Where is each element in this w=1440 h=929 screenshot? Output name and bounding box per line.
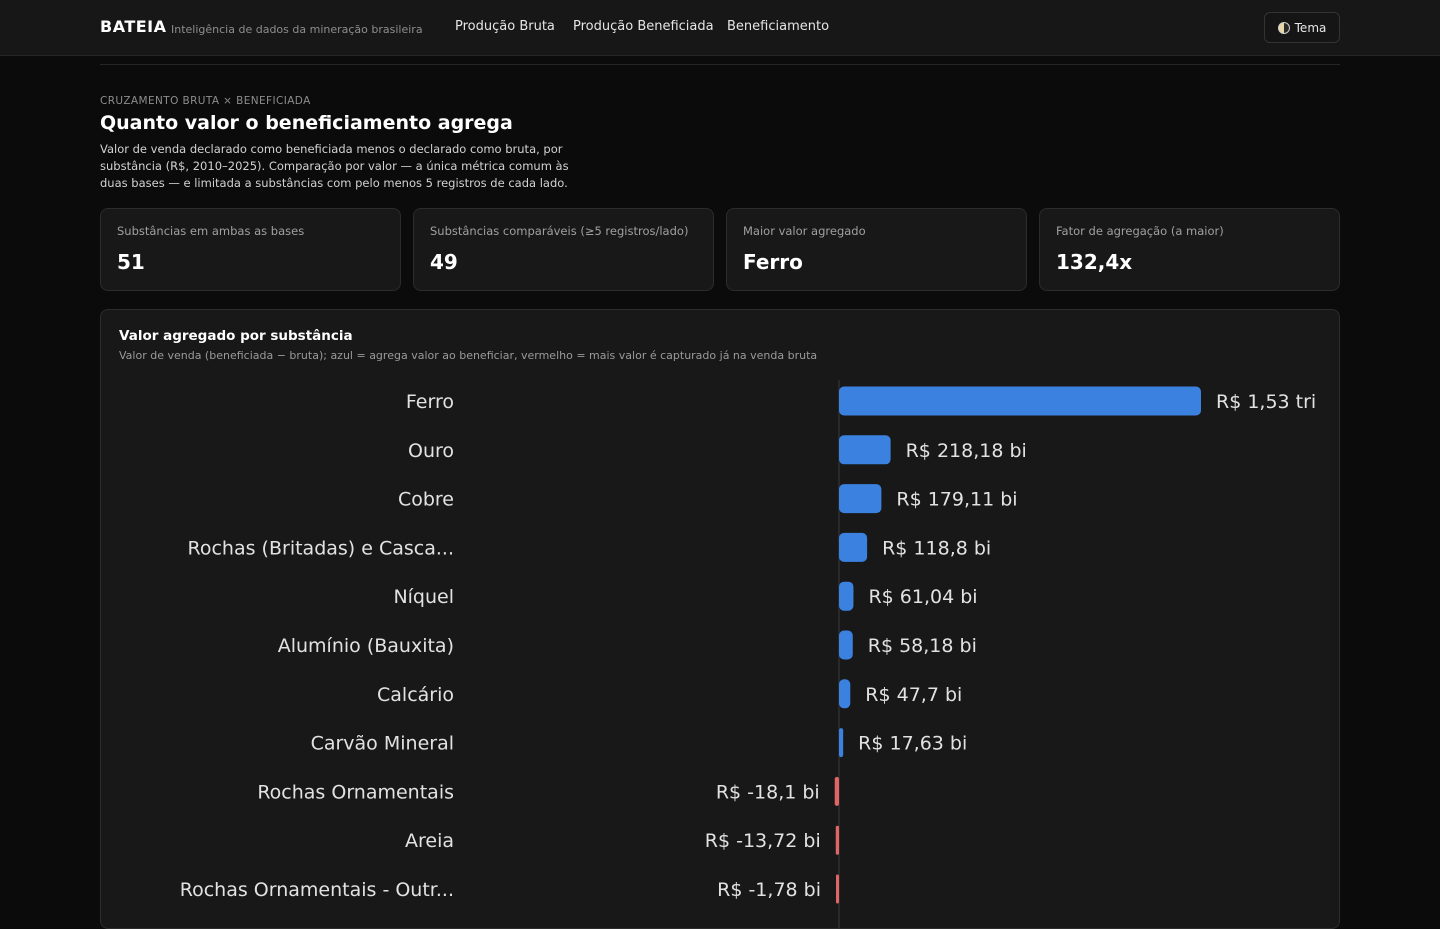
category-label: Carvão Mineral xyxy=(311,733,454,755)
page-description: Valor de venda declarado como beneficiad… xyxy=(100,142,569,190)
value-added-bar-chart: Ferro R$ 1,53 tri Ouro R$ 218,18 bi Cobre R$ … xyxy=(180,380,1316,928)
value-label: R$ -13,72 bi xyxy=(705,830,821,852)
kpi-card-substancias-ambas: Substâncias em ambas as bases 51 xyxy=(100,208,401,291)
data-bar[interactable] xyxy=(836,874,839,904)
kpi-card-maior-valor: Maior valor agregado Ferro xyxy=(726,208,1027,291)
kpi-value: Ferro xyxy=(743,250,803,274)
value-label: R$ 61,04 bi xyxy=(868,586,977,608)
data-bar[interactable] xyxy=(834,776,839,806)
section-divider xyxy=(100,64,1340,65)
value-label: R$ -18,1 bi xyxy=(716,781,820,803)
data-bar[interactable] xyxy=(839,728,844,758)
chart-title: Valor agregado por substância xyxy=(119,328,353,344)
top-navigation-bar: BATEIA Inteligência de dados da mineraçã… xyxy=(0,0,1440,56)
category-label: Rochas Ornamentais - Outr... xyxy=(180,879,454,901)
value-label: R$ -1,78 bi xyxy=(717,879,821,901)
data-bar[interactable] xyxy=(839,484,882,514)
category-label: Rochas Ornamentais xyxy=(257,781,454,803)
kpi-value: 51 xyxy=(117,250,145,274)
data-bar[interactable] xyxy=(835,825,839,855)
data-bar[interactable] xyxy=(839,679,851,709)
data-bar[interactable] xyxy=(839,581,854,611)
theme-toggle-button[interactable]: Tema xyxy=(1264,12,1340,43)
kpi-label: Substâncias comparáveis (≥5 registros/la… xyxy=(430,224,689,238)
category-label: Níquel xyxy=(393,586,454,608)
kpi-card-substancias-comparaveis: Substâncias comparáveis (≥5 registros/la… xyxy=(413,208,714,291)
page-title: Quanto valor o beneficiamento agrega xyxy=(100,112,513,134)
kpi-label: Maior valor agregado xyxy=(743,224,866,238)
nav-beneficiamento[interactable]: Beneficiamento xyxy=(727,19,829,34)
half-moon-icon xyxy=(1277,21,1290,34)
data-bar[interactable] xyxy=(839,630,853,660)
value-label: R$ 179,11 bi xyxy=(896,489,1017,511)
brand-tagline: Inteligência de dados da mineração brasi… xyxy=(171,23,423,36)
theme-button-label: Tema xyxy=(1294,20,1327,35)
kpi-label: Substâncias em ambas as bases xyxy=(117,224,305,238)
chart-subtitle: Valor de venda (beneficiada − bruta); az… xyxy=(119,349,818,362)
data-bar[interactable] xyxy=(839,532,868,562)
category-label: Calcário xyxy=(377,684,454,706)
chart-card: Ferro R$ 1,53 tri Ouro R$ 218,18 bi Cobre R$ … xyxy=(100,309,1340,929)
kpi-card-fator-agregacao: Fator de agregação (a maior) 132,4x xyxy=(1039,208,1340,291)
nav-producao-bruta[interactable]: Produção Bruta xyxy=(455,19,555,34)
value-label: R$ 58,18 bi xyxy=(868,635,977,657)
data-bar[interactable] xyxy=(839,386,1201,416)
kpi-label: Fator de agregação (a maior) xyxy=(1056,224,1224,238)
data-bar[interactable] xyxy=(839,435,891,465)
nav-producao-beneficiada[interactable]: Produção Beneficiada xyxy=(573,19,714,34)
category-label: Rochas (Britadas) e Casca... xyxy=(188,537,454,559)
kpi-value: 132,4x xyxy=(1056,250,1133,274)
category-label: Cobre xyxy=(398,489,454,511)
kpi-value: 49 xyxy=(430,250,458,274)
value-label: R$ 218,18 bi xyxy=(906,440,1027,462)
value-label: R$ 47,7 bi xyxy=(865,684,962,706)
category-label: Areia xyxy=(405,830,454,852)
value-label: R$ 1,53 tri xyxy=(1216,391,1316,413)
category-label: Ouro xyxy=(408,440,454,462)
category-label: Alumínio (Bauxita) xyxy=(278,635,454,657)
value-label: R$ 17,63 bi xyxy=(858,733,967,755)
category-label: Ferro xyxy=(406,391,454,413)
section-eyebrow: CRUZAMENTO BRUTA × BENEFICIADA xyxy=(100,95,311,107)
value-label: R$ 118,8 bi xyxy=(882,537,991,559)
brand-logo[interactable]: BATEIA xyxy=(100,17,167,36)
